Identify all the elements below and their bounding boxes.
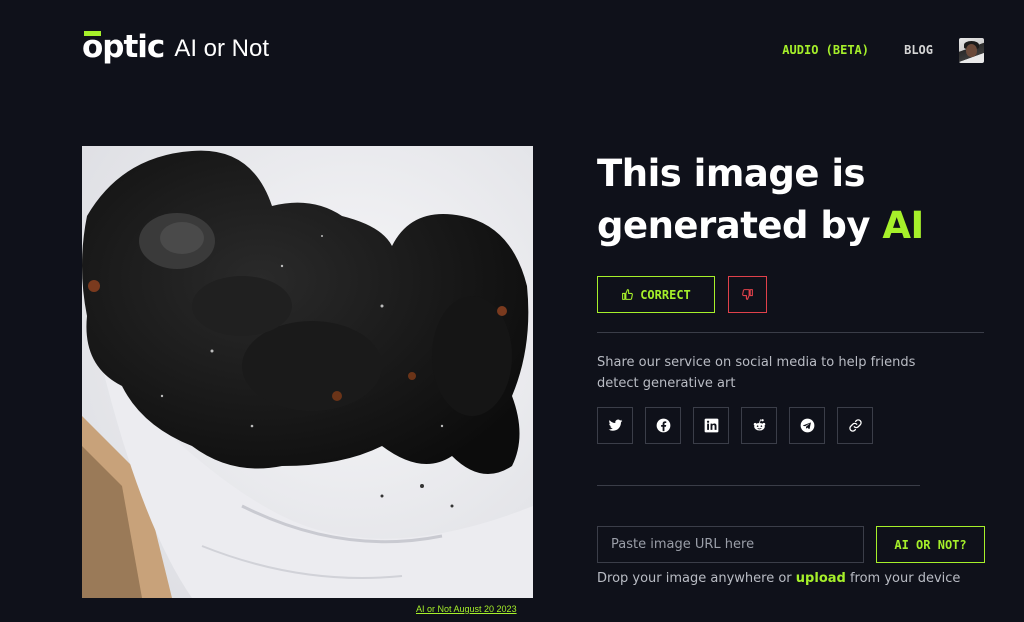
twitter-icon	[608, 419, 622, 431]
logo-mark: optic	[82, 30, 165, 64]
thumbs-up-icon	[622, 289, 634, 300]
image-url-input[interactable]	[597, 526, 864, 563]
logo[interactable]: optic AI or Not	[82, 30, 269, 64]
facebook-icon	[656, 418, 670, 433]
analyzed-image	[82, 146, 533, 598]
share-linkedin-button[interactable]	[693, 407, 729, 444]
image-caption-link[interactable]: AI or Not August 20 2023	[416, 604, 517, 614]
correct-button[interactable]: CORRECT	[597, 276, 715, 313]
telegram-icon	[800, 418, 814, 433]
share-text: Share our service on social media to hel…	[597, 355, 916, 391]
burnt-object-photo	[82, 146, 533, 598]
nav-audio-beta[interactable]: AUDIO (BETA)	[782, 43, 869, 57]
correct-label: CORRECT	[640, 287, 691, 302]
drop-hint: Drop your image anywhere or upload from …	[597, 571, 960, 586]
share-facebook-button[interactable]	[645, 407, 681, 444]
user-avatar[interactable]	[959, 38, 984, 63]
wrong-button[interactable]	[728, 276, 767, 313]
divider	[597, 332, 984, 333]
copy-link-button[interactable]	[837, 407, 873, 444]
reddit-icon	[753, 419, 765, 431]
share-telegram-button[interactable]	[789, 407, 825, 444]
verdict-headline: This image is generated by AI	[597, 148, 997, 252]
verdict-highlight: AI	[882, 204, 924, 247]
nav-blog[interactable]: BLOG	[904, 43, 933, 57]
logo-subtitle: AI or Not	[174, 35, 270, 62]
link-icon	[848, 419, 862, 432]
drop-hint-prefix: Drop your image anywhere or	[597, 571, 796, 586]
divider	[597, 485, 920, 486]
linkedin-icon	[704, 418, 718, 433]
thumbs-down-icon	[742, 289, 753, 300]
social-share-buttons	[597, 407, 873, 444]
logo-accent-bar	[84, 31, 101, 36]
drop-hint-suffix: from your device	[845, 571, 961, 586]
share-reddit-button[interactable]	[741, 407, 777, 444]
share-twitter-button[interactable]	[597, 407, 633, 444]
upload-link[interactable]: upload	[796, 571, 846, 586]
verdict-prefix: This image is generated by	[597, 152, 883, 247]
ai-or-not-button[interactable]: AI OR NOT?	[876, 526, 985, 563]
